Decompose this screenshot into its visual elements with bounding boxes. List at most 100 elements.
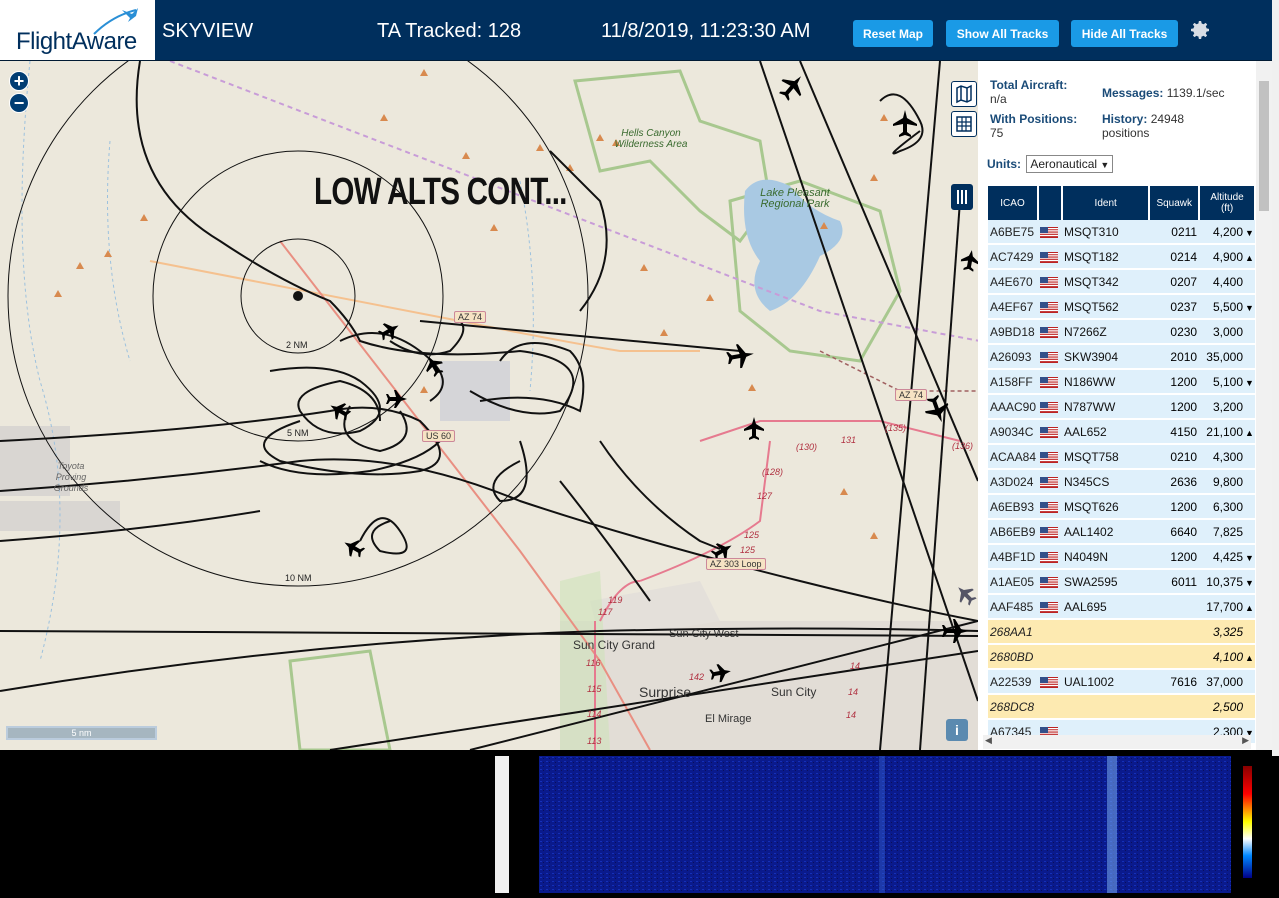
us-flag-icon (1040, 576, 1059, 588)
with-positions-stat: With Positions: 75 (990, 112, 1077, 140)
history-label: History: (1102, 112, 1148, 126)
row-squawk (1149, 694, 1200, 720)
table-horizontal-scrollbar[interactable]: ◀ ▶ (983, 735, 1251, 749)
col-flag[interactable] (1038, 186, 1063, 220)
table-row[interactable]: A9034C AAL652 4150 21,100 ▲ (988, 419, 1255, 445)
row-altitude: 6,300 (1199, 494, 1255, 520)
road-label: (128) (762, 467, 784, 477)
table-row[interactable]: A1AE05 SWA2595 6011 10,375 ▼ (988, 569, 1255, 595)
us-flag-icon (1040, 451, 1059, 463)
col-ident[interactable]: Ident (1061, 186, 1151, 220)
table-row[interactable]: A26093 SKW3904 2010 35,000 (988, 344, 1255, 370)
table-row[interactable]: A22539 UAL1002 7616 37,000 (988, 669, 1255, 695)
city-label: Sun City Grand (573, 638, 656, 652)
row-flag (1038, 644, 1062, 670)
scroll-right-icon[interactable]: ▶ (1242, 735, 1249, 746)
gear-icon[interactable] (1188, 18, 1212, 42)
table-row[interactable]: A158FF N186WW 1200 5,100 ▼ (988, 369, 1255, 395)
scroll-left-icon[interactable]: ◀ (985, 735, 992, 746)
table-row[interactable]: A4BF1D N4049N 1200 4,425 ▼ (988, 544, 1255, 570)
us-flag-icon (1040, 301, 1059, 313)
with-positions-label: With Positions: (990, 112, 1078, 126)
altitude-value: 4,900 (1212, 249, 1243, 264)
row-ident: MSQT342 (1061, 269, 1150, 295)
route-shield: AZ 74 (895, 389, 928, 401)
table-row[interactable]: A6BE75 MSQT310 0211 4,200 ▼ (988, 220, 1255, 245)
row-altitude: 35,000 (1199, 344, 1255, 370)
sidebar-collapse-button[interactable] (951, 184, 973, 210)
show-all-tracks-button[interactable]: Show All Tracks (946, 20, 1059, 47)
road-label: 127 (757, 491, 773, 501)
road-label: 131 (841, 435, 857, 445)
city-label: Surprise (639, 684, 692, 700)
row-icao: A4E670 (988, 269, 1039, 295)
table-row[interactable]: A3D024 N345CS 2636 9,800 (988, 469, 1255, 495)
table-row[interactable]: 2680BD 4,100 ▲ (988, 644, 1255, 670)
row-icao: A4EF67 (988, 294, 1039, 320)
info-button[interactable]: i (946, 719, 968, 741)
row-flag (1038, 394, 1062, 420)
altitude-trend-icon: ▼ (1245, 577, 1254, 588)
altitude-value: 4,200 (1212, 224, 1243, 239)
aircraft-sidebar: Total Aircraft: n/a Messages: 1139.1/sec… (978, 61, 1256, 750)
row-altitude: 17,700 ▲ (1199, 594, 1255, 620)
table-row[interactable]: A4EF67 MSQT562 0237 5,500 ▼ (988, 294, 1255, 320)
table-row[interactable]: 268AA1 3,325 (988, 619, 1255, 645)
table-row[interactable]: AB6EB9 AAL1402 6640 7,825 (988, 519, 1255, 545)
table-row[interactable]: AAF485 AAL695 17,700 ▲ (988, 594, 1255, 620)
table-row[interactable]: A4E670 MSQT342 0207 4,400 (988, 269, 1255, 295)
row-ident (1061, 619, 1150, 645)
logo[interactable]: FlightAware (0, 0, 155, 60)
row-icao: A22539 (988, 669, 1039, 695)
table-row[interactable]: ACAA84 MSQT758 0210 4,300 (988, 444, 1255, 470)
sidebar-scrollbar[interactable] (1256, 61, 1272, 750)
park-label: Lake Pleasant Regional Park (760, 187, 830, 210)
scrollbar-thumb[interactable] (1259, 81, 1269, 211)
range-ring-label: 10 NM (285, 573, 312, 583)
row-altitude: 3,200 (1199, 394, 1255, 420)
row-icao: A4BF1D (988, 544, 1039, 570)
table-row[interactable]: A9BD18 N7266Z 0230 3,000 (988, 319, 1255, 345)
col-altitude[interactable]: Altitude (ft) (1199, 186, 1256, 220)
bottom-left-panel (0, 756, 495, 893)
altitude-trend-icon: ▲ (1245, 602, 1254, 613)
altitude-value: 21,100 (1206, 424, 1243, 439)
hide-all-tracks-button[interactable]: Hide All Tracks (1071, 20, 1178, 47)
altitude-value: 37,000 (1206, 674, 1243, 689)
row-squawk: 1200 (1149, 494, 1200, 520)
row-ident: UAL1002 (1061, 669, 1150, 695)
app-name: SKYVIEW (162, 20, 254, 42)
row-altitude: 21,100 ▲ (1199, 419, 1255, 445)
row-altitude: 37,000 (1199, 669, 1255, 695)
reset-map-button[interactable]: Reset Map (853, 20, 933, 47)
road-label: 14 (846, 710, 857, 720)
zoom-in-button[interactable]: + (9, 71, 29, 91)
row-ident: AAL652 (1061, 419, 1150, 445)
us-flag-icon (1040, 326, 1059, 338)
overlay-annotation: LOW ALTS CONT... (314, 171, 567, 213)
row-icao: AAAC90 (988, 394, 1039, 420)
row-flag (1038, 569, 1062, 595)
units-select[interactable]: Aeronautical ▼ (1026, 155, 1114, 173)
us-flag-icon (1040, 551, 1059, 563)
col-icao[interactable]: ICAO (988, 186, 1040, 220)
row-ident: AAL1402 (1061, 519, 1150, 545)
map-layers-button[interactable] (951, 81, 977, 107)
table-row[interactable]: 268DC8 2,500 (988, 694, 1255, 720)
road-label: 115 (587, 684, 602, 694)
table-row[interactable]: AC7429 MSQT182 0214 4,900 ▲ (988, 244, 1255, 270)
range-rings-toggle[interactable] (951, 111, 977, 137)
table-row[interactable]: A6EB93 MSQT626 1200 6,300 (988, 494, 1255, 520)
zoom-out-button[interactable]: − (9, 93, 29, 113)
row-squawk: 7616 (1149, 669, 1200, 695)
total-aircraft-stat: Total Aircraft: n/a (990, 78, 1067, 106)
scale-bar: 5 nm (6, 726, 157, 740)
row-icao: 268AA1 (988, 619, 1039, 645)
map-view[interactable]: 2 NM 5 NM 10 NM Hells Canyon Wilderness … (0, 61, 978, 750)
row-flag (1038, 619, 1062, 645)
row-altitude: 9,800 (1199, 469, 1255, 495)
col-squawk[interactable]: Squawk (1149, 186, 1201, 220)
table-row[interactable]: AAAC90 N787WW 1200 3,200 (988, 394, 1255, 420)
row-icao: ACAA84 (988, 444, 1039, 470)
us-flag-icon (1040, 601, 1059, 613)
